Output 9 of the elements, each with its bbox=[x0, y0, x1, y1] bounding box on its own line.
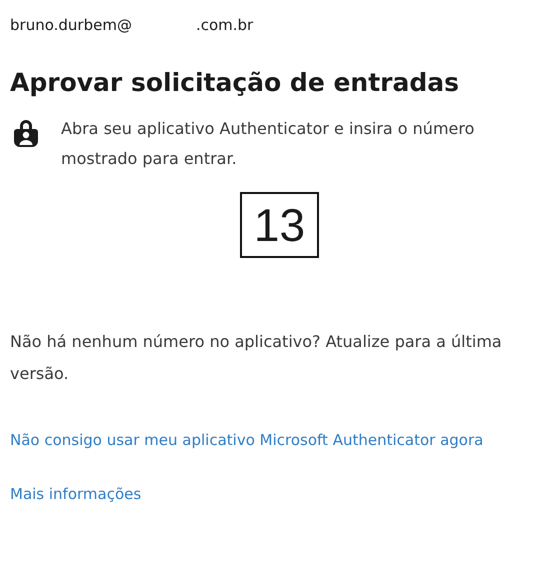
hint-text: Não há nenhum número no aplicativo? Atualize para a última versão. bbox=[10, 331, 503, 385]
page-title: Aprovar solicitação de entradas bbox=[10, 67, 460, 99]
help-link[interactable]: Mais informações bbox=[10, 478, 549, 510]
instruction-text: Abra seu aplicativo Authenticator e insira o número mostrado para entrar. bbox=[61, 118, 476, 170]
help-link[interactable]: Não consigo usar meu aplicativo Microsoft Authenticator agora bbox=[10, 424, 530, 456]
lock-icon bbox=[13, 118, 39, 148]
approval-number: 13 bbox=[240, 192, 320, 258]
email-text: bruno.durbem@ bbox=[10, 15, 132, 36]
email-text: .com.br bbox=[196, 15, 254, 36]
